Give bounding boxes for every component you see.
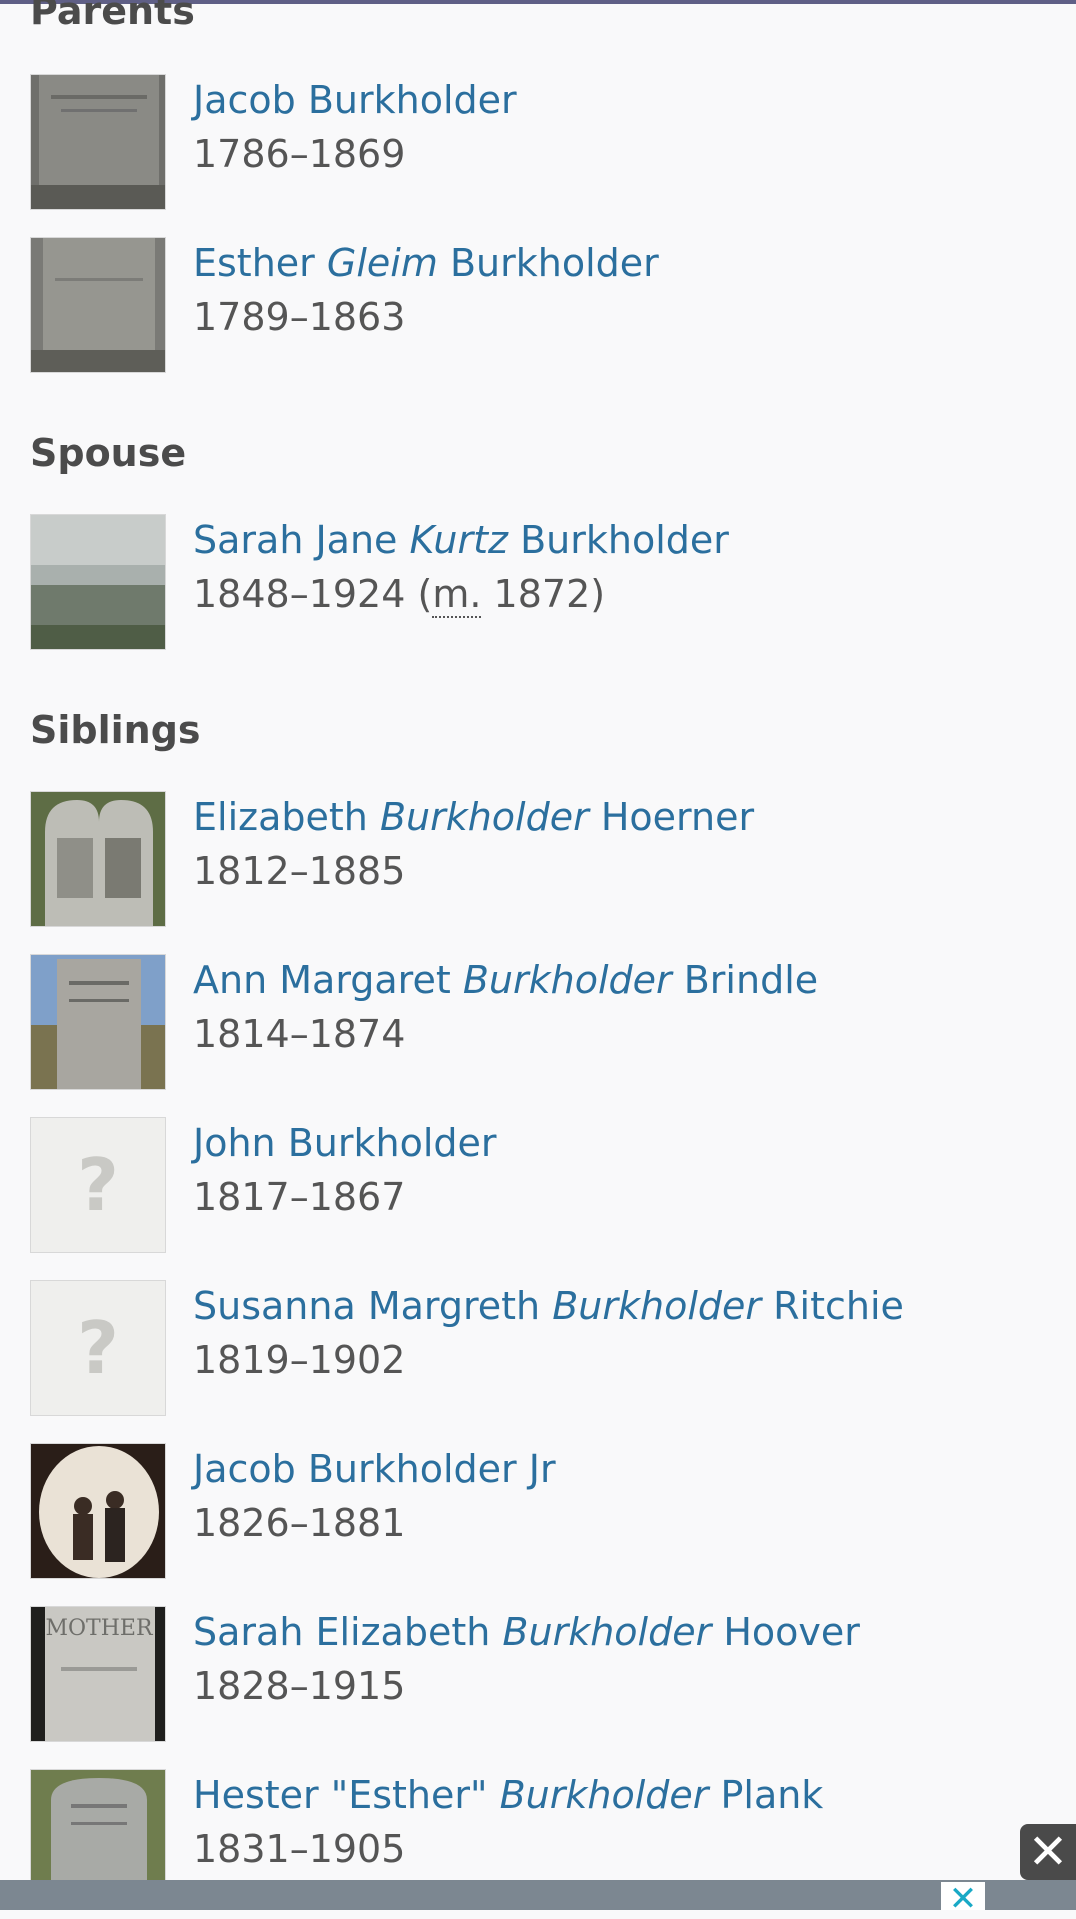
close-ad-button[interactable]: ✕ [1020, 1824, 1076, 1880]
family-member-row[interactable]: Jacob Burkholder Jr 1826–1881 [30, 1443, 1030, 1581]
life-dates: 1819–1902 [193, 1338, 406, 1382]
memorial-photo-thumbnail[interactable] [30, 514, 166, 650]
family-member-row[interactable]: Jacob Burkholder 1786–1869 [30, 74, 1030, 212]
section-heading-parents: Parents [30, 0, 195, 33]
given-name: Sarah Jane [193, 518, 398, 562]
memorial-photo-thumbnail[interactable] [30, 237, 166, 373]
person-name-link[interactable]: Elizabeth Burkholder Hoerner [193, 791, 754, 844]
family-member-row[interactable]: MOTHER Sarah Elizabeth Burkholder Hoover… [30, 1606, 1030, 1744]
memorial-photo-thumbnail[interactable] [30, 74, 166, 210]
family-member-row[interactable]: Esther Gleim Burkholder 1789–1863 [30, 237, 1030, 375]
given-name: Hester "Esther" [193, 1773, 488, 1817]
life-dates-range: 1848–1924 [193, 572, 406, 616]
maiden-name: Gleim [326, 241, 438, 285]
section-heading-siblings: Siblings [30, 708, 201, 752]
section-heading-spouse: Spouse [30, 431, 187, 475]
memorial-photo-thumbnail[interactable] [30, 1443, 166, 1579]
person-name-link[interactable]: Esther Gleim Burkholder [193, 237, 659, 290]
person-name-link[interactable]: John Burkholder [193, 1117, 497, 1170]
maiden-name: Burkholder [502, 1610, 712, 1654]
surname: Hoerner [600, 795, 755, 839]
person-name-link[interactable]: Sarah Elizabeth Burkholder Hoover [193, 1606, 860, 1659]
family-member-row[interactable]: Ann Margaret Burkholder Brindle 1814–187… [30, 954, 1030, 1092]
person-name-link[interactable]: Hester "Esther" Burkholder Plank [193, 1769, 823, 1822]
life-dates: 1826–1881 [193, 1501, 406, 1545]
ad-banner[interactable] [0, 1880, 1076, 1910]
given-name: Jacob [193, 78, 296, 122]
question-mark-icon: ? [77, 1306, 119, 1390]
maiden-name: Kurtz [409, 518, 508, 562]
given-name: John [193, 1121, 276, 1165]
life-dates: 1831–1905 [193, 1827, 406, 1871]
person-name-link[interactable]: Jacob Burkholder Jr [193, 1443, 556, 1496]
surname: Ritchie [773, 1284, 904, 1328]
surname: Burkholder [449, 241, 659, 285]
given-name: Elizabeth [193, 795, 368, 839]
life-dates: 1789–1863 [193, 295, 406, 339]
given-name: Sarah Elizabeth [193, 1610, 491, 1654]
married-abbreviation: m. [432, 572, 482, 618]
maiden-name: Burkholder [379, 795, 589, 839]
given-name: Jacob [193, 1447, 296, 1491]
question-mark-icon: ? [77, 1143, 119, 1227]
marriage-year: 1872) [493, 572, 606, 616]
person-name-link[interactable]: Susanna Margreth Burkholder Ritchie [193, 1280, 904, 1333]
memorial-photo-thumbnail[interactable] [30, 791, 166, 927]
life-dates: 1817–1867 [193, 1175, 406, 1219]
family-member-row[interactable]: ? Susanna Margreth Burkholder Ritchie 18… [30, 1280, 1030, 1418]
person-name-link[interactable]: Ann Margaret Burkholder Brindle [193, 954, 818, 1007]
family-member-row[interactable]: Sarah Jane Kurtz Burkholder 1848–1924 (m… [30, 514, 1030, 652]
life-dates: 1786–1869 [193, 132, 406, 176]
life-dates: 1848–1924 (m. 1872) [193, 568, 605, 621]
family-member-row[interactable]: Elizabeth Burkholder Hoerner 1812–1885 [30, 791, 1030, 929]
life-dates: 1828–1915 [193, 1664, 406, 1708]
surname: Burkholder Jr [307, 1447, 556, 1491]
ad-choices-close-icon[interactable]: ✕ [941, 1882, 985, 1916]
no-photo-thumbnail[interactable]: ? [30, 1280, 166, 1416]
person-name-link[interactable]: Jacob Burkholder [193, 74, 517, 127]
life-dates: 1814–1874 [193, 1012, 406, 1056]
memorial-photo-thumbnail[interactable]: MOTHER [30, 1606, 166, 1742]
marriage-open-paren: ( [417, 572, 433, 616]
given-name: Susanna Margreth [193, 1284, 541, 1328]
surname: Burkholder [287, 1121, 497, 1165]
maiden-name: Burkholder [499, 1773, 709, 1817]
given-name: Esther [193, 241, 315, 285]
surname: Hoover [723, 1610, 860, 1654]
person-name-link[interactable]: Sarah Jane Kurtz Burkholder [193, 514, 729, 567]
surname: Burkholder [307, 78, 517, 122]
surname: Plank [720, 1773, 824, 1817]
close-icon: ✕ [1027, 1824, 1069, 1880]
surname: Burkholder [520, 518, 729, 562]
given-name: Ann Margaret [193, 958, 451, 1002]
memorial-photo-thumbnail[interactable] [30, 954, 166, 1090]
life-dates: 1812–1885 [193, 849, 406, 893]
no-photo-thumbnail[interactable]: ? [30, 1117, 166, 1253]
maiden-name: Burkholder [462, 958, 672, 1002]
family-member-row[interactable]: ? John Burkholder 1817–1867 [30, 1117, 1030, 1255]
surname: Brindle [683, 958, 819, 1002]
maiden-name: Burkholder [552, 1284, 762, 1328]
memorial-inscription: MOTHER [45, 1616, 153, 1641]
